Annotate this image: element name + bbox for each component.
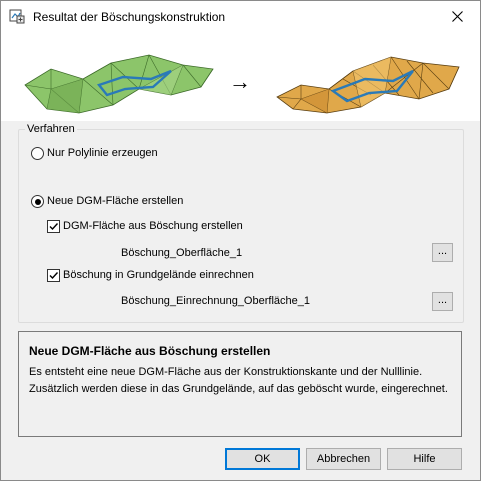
cancel-button[interactable]: Abbrechen	[306, 448, 381, 470]
radio-new-dgm-label[interactable]: Neue DGM-Fläche erstellen	[47, 195, 183, 207]
checkbox-slope-surface-label[interactable]: DGM-Fläche aus Böschung erstellen	[63, 220, 243, 232]
app-dialog-icon	[9, 9, 25, 24]
radio-polyline-only[interactable]	[31, 147, 44, 160]
browse-slope-surface-button[interactable]: ...	[432, 243, 453, 262]
title-bar[interactable]: Resultat der Böschungskonstruktion	[1, 1, 480, 31]
radio-selected-dot	[34, 198, 41, 205]
checkmark-icon	[49, 272, 59, 280]
procedure-group-title: Verfahren	[25, 123, 77, 135]
orange-terrain-mesh	[276, 56, 460, 114]
info-title: Neue DGM-Fläche aus Böschung erstellen	[29, 344, 271, 358]
checkbox-slope-surface[interactable]	[47, 220, 60, 233]
radio-polyline-only-label[interactable]: Nur Polylinie erzeugen	[47, 147, 158, 159]
window-title: Resultat der Böschungskonstruktion	[33, 10, 226, 24]
info-panel: Neue DGM-Fläche aus Böschung erstellen E…	[18, 331, 462, 437]
checkbox-terrain-integration[interactable]	[47, 269, 60, 282]
illustration-panel: →	[1, 31, 480, 121]
browse-terrain-surface-button[interactable]: ...	[432, 292, 453, 311]
checkmark-icon	[49, 223, 59, 231]
checkbox-terrain-integration-label[interactable]: Böschung in Grundgelände einrechnen	[63, 269, 254, 281]
close-button[interactable]	[434, 1, 480, 31]
help-button[interactable]: Hilfe	[387, 448, 462, 470]
dialog-window: Resultat der Böschungskonstruktion → Ver…	[0, 0, 481, 481]
green-terrain-mesh	[24, 54, 214, 114]
close-icon	[451, 10, 463, 22]
radio-new-dgm[interactable]	[31, 195, 44, 208]
slope-surface-name: Böschung_Oberfläche_1	[121, 247, 243, 259]
ok-button[interactable]: OK	[225, 448, 300, 470]
terrain-integration-surface-name: Böschung_Einrechnung_Oberfläche_1	[121, 295, 310, 307]
transform-arrow: →	[229, 69, 251, 94]
info-description: Es entsteht eine neue DGM-Fläche aus der…	[29, 366, 448, 395]
